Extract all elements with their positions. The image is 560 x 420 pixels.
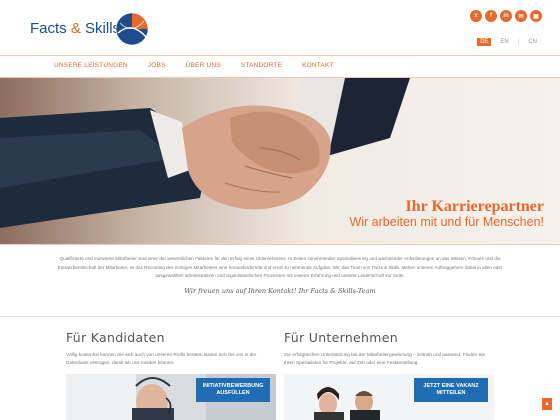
mail-icon[interactable]: ✉ <box>515 10 527 22</box>
logo-globe-icon <box>115 12 149 46</box>
lang-separator: | <box>517 39 520 45</box>
xing-icon[interactable]: x <box>470 10 482 22</box>
site-header: Facts & Skills x f in ✉ ▣ DE EN | CN <box>0 0 560 58</box>
arrow-up-icon: ▲ <box>544 401 550 407</box>
nav-item-jobs[interactable]: JOBS <box>138 56 176 78</box>
print-icon[interactable]: ▣ <box>530 10 542 22</box>
report-vacancy-button[interactable]: JETZT EINE VAKANZ MITTEILEN <box>414 378 488 402</box>
facebook-icon[interactable]: f <box>485 10 497 22</box>
logo-text: Facts & Skills <box>30 20 120 37</box>
nav-item-leistungen[interactable]: UNSERE LEISTUNGEN <box>44 56 138 78</box>
companies-image: JETZT EINE VAKANZ MITTEILEN <box>284 374 494 420</box>
logo-word-facts: Facts <box>30 20 67 37</box>
candidates-section: Für Kandidaten Völlig kostenfrei können … <box>66 330 276 420</box>
section-divider <box>0 316 560 317</box>
hero-banner: Ihr Karrierepartner Wir arbeiten mit und… <box>0 78 560 244</box>
candidates-text: Völlig kostenfrei können Sie sich auch v… <box>66 352 257 365</box>
intro-signature: Wir freuen uns auf Ihren Kontakt! Ihr Fa… <box>184 287 376 295</box>
linkedin-icon[interactable]: in <box>500 10 512 22</box>
social-links: x f in ✉ ▣ <box>470 10 542 22</box>
main-nav: UNSERE LEISTUNGEN JOBS ÜBER UNS STANDORT… <box>0 56 560 78</box>
initiative-application-button[interactable]: INITIATIVBEWERBUNG AUSFÜLLEN <box>196 378 270 402</box>
candidates-image: INITIATIVBEWERBUNG AUSFÜLLEN <box>66 374 276 420</box>
logo[interactable]: Facts & Skills <box>30 11 150 47</box>
hero-title: Ihr Karrierepartner <box>405 198 544 215</box>
intro-text: Qualifizierte und motivierte Mitarbeiter… <box>57 256 503 278</box>
candidates-heading: Für Kandidaten <box>66 330 165 345</box>
nav-item-standorte[interactable]: STANDORTE <box>231 56 292 78</box>
language-switcher: DE EN | CN <box>477 38 540 46</box>
nav-item-ueber-uns[interactable]: ÜBER UNS <box>176 56 231 78</box>
companies-heading: Für Unternehmen <box>284 330 398 345</box>
lang-en[interactable]: EN <box>497 38 511 46</box>
logo-ampersand: & <box>70 20 81 37</box>
companies-section: Für Unternehmen Zur erfolgreichen Unters… <box>284 330 494 420</box>
lang-de[interactable]: DE <box>477 38 492 46</box>
scroll-to-top-button[interactable]: ▲ <box>542 398 552 410</box>
lang-cn[interactable]: CN <box>525 38 540 46</box>
hero-subtitle: Wir arbeiten mit und für Menschen! <box>349 215 544 229</box>
hero-divider <box>0 244 560 245</box>
nav-item-kontakt[interactable]: KONTAKT <box>292 56 344 78</box>
companies-text: Zur erfolgreichen Unterstützung bei der … <box>284 352 486 365</box>
